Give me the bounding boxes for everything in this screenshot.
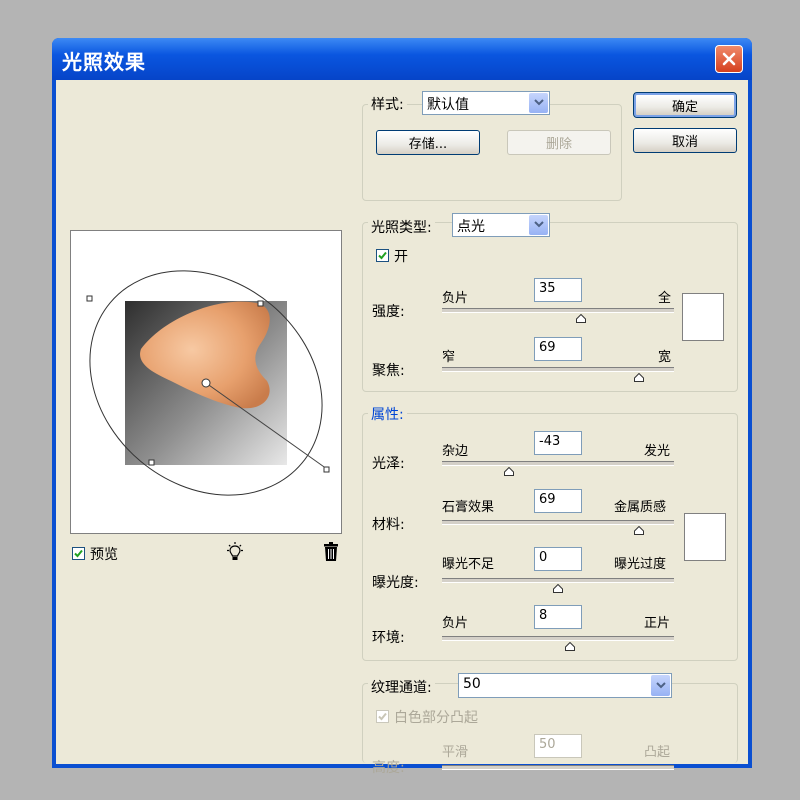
light-bulb-icon [227, 542, 243, 560]
material-min-label: 石膏效果 [442, 500, 495, 515]
gloss-label: 光泽: [372, 456, 405, 472]
preview-checkbox[interactable] [72, 547, 85, 560]
properties-label: 属性: [368, 404, 407, 424]
height-slider-track[interactable] [442, 765, 674, 770]
close-button[interactable] [715, 45, 743, 73]
gloss-input[interactable]: -43 [534, 431, 582, 455]
check-icon [74, 549, 83, 558]
gloss-slider-thumb[interactable] [504, 465, 515, 476]
style-label: 样式: [368, 94, 407, 114]
height-max-label: 凸起 [644, 745, 671, 760]
texture-label: 纹理通道: [368, 677, 435, 697]
delete-button[interactable]: 删除 [507, 130, 611, 155]
light-color-swatch[interactable] [682, 293, 724, 341]
focus-slider-thumb[interactable] [634, 371, 645, 382]
gloss-slider-track[interactable] [442, 461, 674, 466]
light-bulb-button[interactable] [224, 541, 246, 563]
focus-max-label: 宽 [658, 350, 672, 365]
chevron-down-icon [529, 215, 548, 235]
check-icon [378, 251, 387, 260]
texture-select-value: 50 [463, 676, 481, 692]
style-select[interactable]: 默认值 [422, 91, 550, 115]
intensity-label: 强度: [372, 304, 405, 320]
preview-label: 预览 [90, 547, 118, 563]
trash-button[interactable] [321, 541, 341, 563]
ambience-input[interactable]: 8 [534, 605, 582, 629]
light-type-label: 光照类型: [368, 217, 435, 237]
window-title: 光照效果 [62, 50, 146, 74]
ambience-label: 环境: [372, 630, 405, 646]
white-high-label: 白色部分凸起 [394, 710, 478, 726]
ok-button[interactable]: 确定 [633, 92, 737, 118]
dialog-window: 光照效果 预览 样式: 默认值 存储... 删除 确定 取消 光照类型: 点光 … [52, 38, 752, 776]
focus-input[interactable]: 69 [534, 337, 582, 361]
ambience-min-label: 负片 [442, 616, 469, 631]
light-type-select-value: 点光 [457, 219, 485, 235]
exposure-input[interactable]: 0 [534, 547, 582, 571]
intensity-slider-thumb[interactable] [576, 312, 587, 323]
chevron-down-icon [529, 93, 548, 113]
white-high-checkbox[interactable] [376, 710, 389, 723]
material-label: 材料: [372, 517, 405, 533]
gloss-min-label: 杂边 [442, 444, 469, 459]
light-type-select[interactable]: 点光 [452, 213, 550, 237]
focus-min-label: 窄 [442, 350, 456, 365]
intensity-slider-track[interactable] [442, 308, 674, 313]
ambient-color-swatch[interactable] [684, 513, 726, 561]
ambience-max-label: 正片 [644, 616, 671, 631]
ambience-slider-track[interactable] [442, 636, 674, 641]
intensity-input[interactable]: 35 [534, 278, 582, 302]
chevron-down-icon [651, 675, 670, 696]
material-max-label: 金属质感 [614, 500, 667, 515]
check-icon [378, 712, 387, 721]
gloss-max-label: 发光 [644, 444, 671, 459]
height-input[interactable]: 50 [534, 734, 582, 758]
focus-label: 聚焦: [372, 363, 405, 379]
intensity-max-label: 全 [658, 291, 672, 306]
intensity-min-label: 负片 [442, 291, 469, 306]
save-button[interactable]: 存储... [376, 130, 480, 155]
dialog-body: 预览 样式: 默认值 存储... 删除 确定 取消 光照类型: 点光 开 强度:… [56, 80, 748, 776]
exposure-slider-thumb[interactable] [553, 582, 563, 593]
title-bar[interactable]: 光照效果 [52, 38, 752, 80]
height-min-label: 平滑 [442, 745, 469, 760]
material-input[interactable]: 69 [534, 489, 582, 513]
close-icon [722, 52, 736, 66]
texture-select[interactable]: 50 [458, 673, 672, 698]
preview-canvas[interactable] [70, 230, 342, 534]
cancel-button[interactable]: 取消 [633, 128, 737, 153]
exposure-min-label: 曝光不足 [442, 557, 495, 572]
exposure-label: 曝光度: [372, 575, 419, 591]
material-slider-thumb[interactable] [634, 524, 645, 535]
light-on-checkbox[interactable] [376, 249, 389, 262]
ambience-slider-thumb[interactable] [564, 640, 575, 651]
preview-image [86, 270, 330, 496]
light-on-label: 开 [394, 249, 408, 265]
trash-icon [324, 542, 338, 561]
style-select-value: 默认值 [427, 97, 469, 113]
height-label: 高度: [372, 760, 405, 776]
exposure-max-label: 曝光过度 [614, 557, 667, 572]
